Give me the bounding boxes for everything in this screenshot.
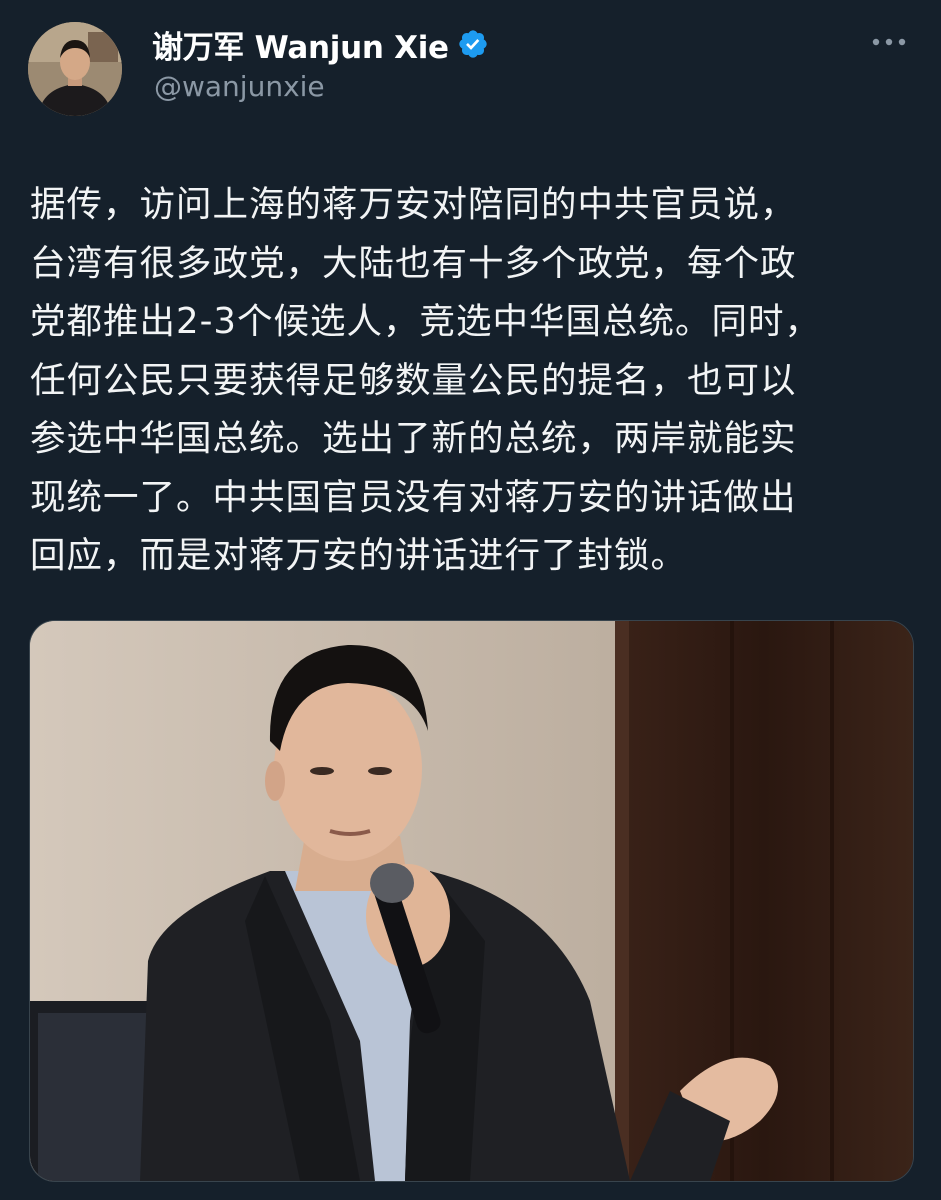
tweet-text-line: 台湾有很多政党，大陆也有十多个政党，每个政 [30, 242, 797, 284]
name-row: 谢万军 Wanjun Xie [152, 22, 489, 66]
tweet-text: 据传，访问上海的蒋万安对陪同的中共官员说， 台湾有很多政党，大陆也有十多个政党，… [30, 176, 915, 586]
avatar[interactable] [28, 22, 122, 116]
tweet-text-line: 任何公民只要获得足够数量公民的提名，也可以 [30, 359, 797, 401]
more-horizontal-icon[interactable] [871, 34, 907, 50]
tweet-text-line: 现统一了。中共国官员没有对蒋万安的讲话做出 [30, 476, 797, 518]
tweet: 谢万军 Wanjun Xie @wanjunxie 据传，访问上海的蒋万安对陪同… [0, 0, 941, 1200]
tweet-text-line: 据传，访问上海的蒋万安对陪同的中共官员说， [30, 184, 797, 225]
tweet-text-line: 党都推出2-3个候选人，竞选中华国总统。同时， [30, 301, 821, 342]
author-handle[interactable]: @wanjunxie [154, 70, 325, 103]
verified-badge-icon [459, 30, 487, 58]
tweet-media-photo[interactable] [29, 620, 914, 1182]
tweet-text-line: 回应，而是对蒋万安的讲话进行了封锁。 [30, 535, 688, 576]
tweet-text-line: 参选中华国总统。选出了新的总统，两岸就能实 [30, 418, 797, 459]
display-name[interactable]: 谢万军 Wanjun Xie [152, 22, 449, 67]
